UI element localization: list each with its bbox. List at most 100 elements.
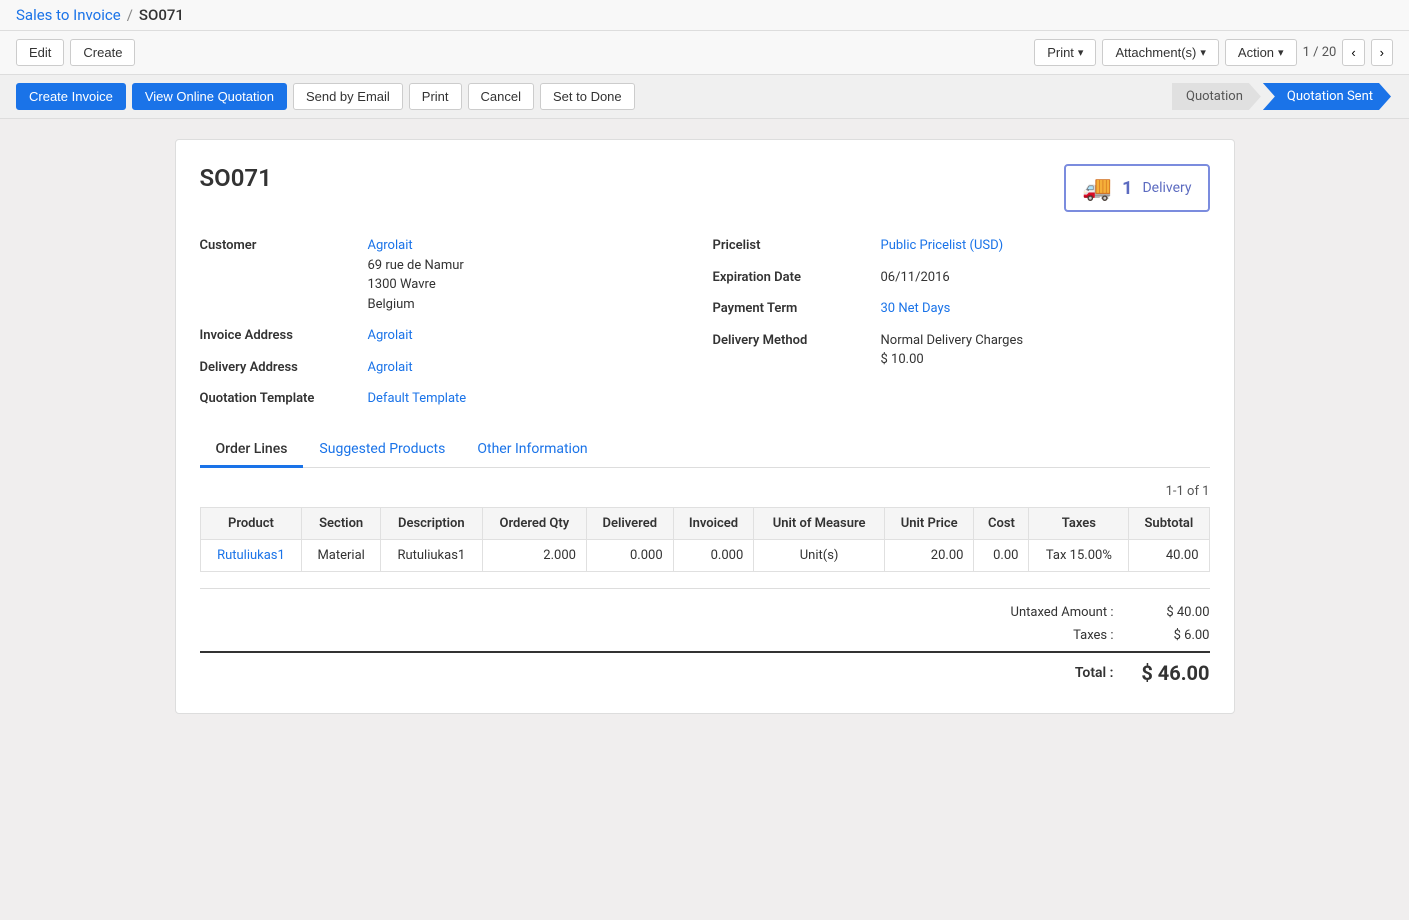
tab-order-lines[interactable]: Order Lines bbox=[200, 433, 304, 468]
taxes-value: $ 6.00 bbox=[1130, 628, 1210, 643]
customer-addr2: 1300 Wavre bbox=[368, 277, 436, 292]
delivery-method-label: Delivery Method bbox=[713, 331, 873, 348]
cell-delivered: 0.000 bbox=[586, 539, 673, 571]
invoice-address-label: Invoice Address bbox=[200, 326, 360, 343]
quotation-template-value[interactable]: Default Template bbox=[368, 389, 697, 409]
delivery-address-label: Delivery Address bbox=[200, 358, 360, 375]
form-section-right: Pricelist Public Pricelist (USD) Expirat… bbox=[713, 236, 1210, 409]
breadcrumb-bar: Sales to Invoice / SO071 bbox=[0, 0, 1409, 31]
breadcrumb-separator: / bbox=[127, 6, 133, 24]
tabs: Order Lines Suggested Products Other Inf… bbox=[200, 433, 1210, 468]
cell-section: Material bbox=[302, 539, 380, 571]
customer-value: Agrolait 69 rue de Namur 1300 Wavre Belg… bbox=[368, 236, 697, 314]
delivery-method-cost: $ 10.00 bbox=[881, 352, 924, 367]
quotation-template-label: Quotation Template bbox=[200, 389, 360, 406]
customer-name-link[interactable]: Agrolait bbox=[368, 238, 413, 253]
cancel-button[interactable]: Cancel bbox=[468, 83, 534, 110]
delivery-badge[interactable]: 🚚 1 Delivery bbox=[1064, 164, 1209, 212]
prev-page-button[interactable]: ‹ bbox=[1342, 39, 1364, 66]
form-grid: Customer Agrolait 69 rue de Namur 1300 W… bbox=[200, 236, 1210, 409]
status-pipeline: Quotation Quotation Sent bbox=[1172, 83, 1393, 110]
quotation-template-field: Quotation Template Default Template bbox=[200, 389, 697, 409]
table-count: 1-1 of 1 bbox=[200, 484, 1210, 499]
table-row: Rutuliukas1 Material Rutuliukas1 2.000 0… bbox=[200, 539, 1209, 571]
expiration-date-value: 06/11/2016 bbox=[881, 268, 1210, 288]
tab-other-info[interactable]: Other Information bbox=[461, 433, 603, 468]
cell-product[interactable]: Rutuliukas1 bbox=[200, 539, 302, 571]
create-invoice-button[interactable]: Create Invoice bbox=[16, 83, 126, 110]
grand-total-row: Total : $ 46.00 bbox=[200, 651, 1210, 689]
col-header-subtotal: Subtotal bbox=[1129, 507, 1209, 539]
cell-unit-of-measure: Unit(s) bbox=[754, 539, 885, 571]
main-content: SO071 🚚 1 Delivery Customer Agrolait 69 … bbox=[0, 119, 1409, 734]
grand-total-label: Total : bbox=[954, 665, 1114, 681]
payment-term-label: Payment Term bbox=[713, 299, 873, 316]
delivery-label: Delivery bbox=[1142, 180, 1191, 196]
form-section-left: Customer Agrolait 69 rue de Namur 1300 W… bbox=[200, 236, 697, 409]
col-header-ordered-qty: Ordered Qty bbox=[482, 507, 586, 539]
totals-section: Untaxed Amount : $ 40.00 Taxes : $ 6.00 … bbox=[200, 588, 1210, 689]
payment-term-field: Payment Term 30 Net Days bbox=[713, 299, 1210, 319]
customer-label: Customer bbox=[200, 236, 360, 253]
grand-total-value: $ 46.00 bbox=[1130, 661, 1210, 685]
expiration-date-field: Expiration Date 06/11/2016 bbox=[713, 268, 1210, 288]
action-button[interactable]: Action bbox=[1225, 39, 1297, 66]
col-header-unit-of-measure: Unit of Measure bbox=[754, 507, 885, 539]
next-page-button[interactable]: › bbox=[1371, 39, 1393, 66]
untaxed-amount-label: Untaxed Amount : bbox=[954, 605, 1114, 620]
col-header-invoiced: Invoiced bbox=[673, 507, 754, 539]
taxes-label: Taxes : bbox=[954, 628, 1114, 643]
breadcrumb-parent[interactable]: Sales to Invoice bbox=[16, 6, 121, 24]
delivery-method-value: Normal Delivery Charges $ 10.00 bbox=[881, 331, 1210, 370]
cell-subtotal: 40.00 bbox=[1129, 539, 1209, 571]
cell-cost: 0.00 bbox=[974, 539, 1029, 571]
delivery-address-field: Delivery Address Agrolait bbox=[200, 358, 697, 378]
print-action-button[interactable]: Print bbox=[409, 83, 462, 110]
col-header-delivered: Delivered bbox=[586, 507, 673, 539]
pricelist-label: Pricelist bbox=[713, 236, 873, 253]
create-button[interactable]: Create bbox=[70, 39, 135, 66]
customer-addr3: Belgium bbox=[368, 297, 415, 312]
col-header-unit-price: Unit Price bbox=[884, 507, 973, 539]
breadcrumb-current: SO071 bbox=[139, 6, 184, 24]
doc-header: SO071 🚚 1 Delivery bbox=[200, 164, 1210, 212]
status-step-quotation[interactable]: Quotation bbox=[1172, 83, 1261, 110]
toolbar: Edit Create Print Attachment(s) Action 1… bbox=[0, 31, 1409, 75]
delivery-icon: 🚚 bbox=[1082, 174, 1112, 202]
status-step-quotation-sent[interactable]: Quotation Sent bbox=[1263, 83, 1391, 110]
send-email-button[interactable]: Send by Email bbox=[293, 83, 403, 110]
delivery-address-value[interactable]: Agrolait bbox=[368, 358, 697, 378]
order-table: Product Section Description Ordered Qty … bbox=[200, 507, 1210, 572]
action-bar: Create Invoice View Online Quotation Sen… bbox=[0, 75, 1409, 119]
col-header-taxes: Taxes bbox=[1029, 507, 1129, 539]
edit-button[interactable]: Edit bbox=[16, 39, 64, 66]
expiration-date-label: Expiration Date bbox=[713, 268, 873, 285]
untaxed-amount-row: Untaxed Amount : $ 40.00 bbox=[200, 601, 1210, 624]
cell-invoiced: 0.000 bbox=[673, 539, 754, 571]
delivery-method-field: Delivery Method Normal Delivery Charges … bbox=[713, 331, 1210, 370]
col-header-cost: Cost bbox=[974, 507, 1029, 539]
taxes-row: Taxes : $ 6.00 bbox=[200, 624, 1210, 647]
customer-field: Customer Agrolait 69 rue de Namur 1300 W… bbox=[200, 236, 697, 314]
invoice-address-field: Invoice Address Agrolait bbox=[200, 326, 697, 346]
page-info: 1 / 20 bbox=[1303, 45, 1337, 60]
set-done-button[interactable]: Set to Done bbox=[540, 83, 635, 110]
untaxed-amount-value: $ 40.00 bbox=[1130, 605, 1210, 620]
attachments-button[interactable]: Attachment(s) bbox=[1102, 39, 1218, 66]
document-title: SO071 bbox=[200, 164, 272, 192]
customer-addr1: 69 rue de Namur bbox=[368, 258, 464, 273]
cell-ordered-qty: 2.000 bbox=[482, 539, 586, 571]
print-button[interactable]: Print bbox=[1034, 39, 1096, 66]
payment-term-value[interactable]: 30 Net Days bbox=[881, 299, 1210, 319]
col-header-section: Section bbox=[302, 507, 380, 539]
document-card: SO071 🚚 1 Delivery Customer Agrolait 69 … bbox=[175, 139, 1235, 714]
view-online-button[interactable]: View Online Quotation bbox=[132, 83, 287, 110]
invoice-address-value[interactable]: Agrolait bbox=[368, 326, 697, 346]
col-header-description: Description bbox=[380, 507, 482, 539]
delivery-count: 1 bbox=[1122, 178, 1132, 199]
cell-description: Rutuliukas1 bbox=[380, 539, 482, 571]
col-header-product: Product bbox=[200, 507, 302, 539]
cell-taxes: Tax 15.00% bbox=[1029, 539, 1129, 571]
tab-suggested-products[interactable]: Suggested Products bbox=[303, 433, 461, 468]
pricelist-value[interactable]: Public Pricelist (USD) bbox=[881, 236, 1210, 256]
